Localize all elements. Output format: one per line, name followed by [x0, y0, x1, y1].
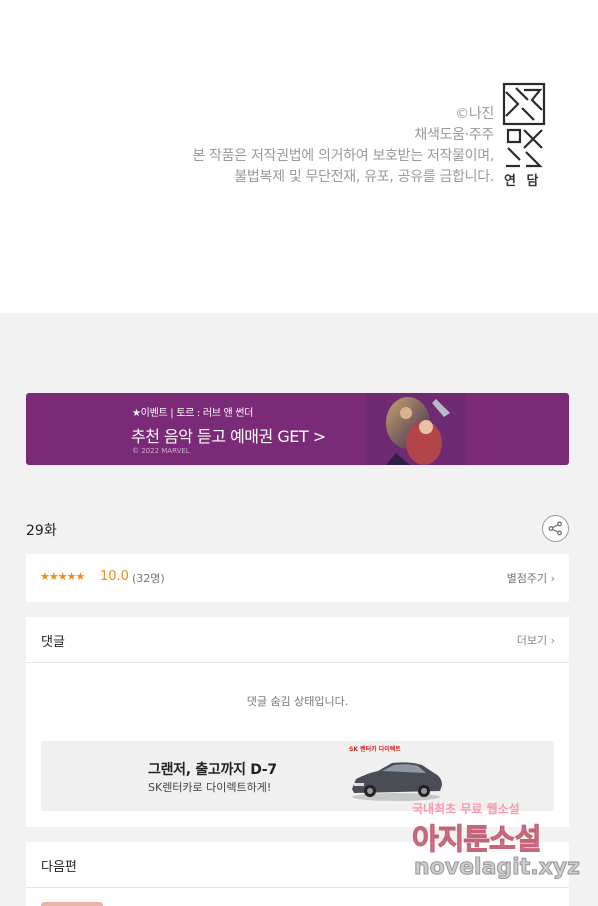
next-episode-thumbnail[interactable] — [41, 902, 103, 906]
star-rating-icon: ★★★★★ — [40, 570, 85, 583]
copyright-text: ©나진 채색도움·주주 본 작품은 저작권법에 의거하여 보호받는 저작물이며,… — [192, 104, 494, 188]
rating-score: 10.0 — [100, 569, 129, 584]
copyright-section: ©나진 채색도움·주주 본 작품은 저작권법에 의거하여 보호받는 저작물이며,… — [0, 0, 598, 313]
logo-label: 연 담 — [504, 174, 542, 189]
coloring-credit: 채색도움·주주 — [414, 127, 494, 143]
comments-hidden-message: 댓글 숨김 상태입니다. — [246, 695, 349, 708]
copyright-notice-line1: 본 작품은 저작권법에 의거하여 보호받는 저작물이며, — [192, 148, 494, 164]
banner-copyright: © 2022 MARVEL — [132, 447, 190, 455]
copyright-notice-line2: 불법복제 및 무단전재, 유포, 공유를 금합니다. — [234, 169, 494, 185]
next-episode-header: 다음편 — [26, 842, 569, 888]
rate-button[interactable]: 별점주기 › — [507, 570, 555, 586]
ad-subtitle: SK렌터카로 다이렉트하게! — [148, 781, 272, 794]
share-icon — [548, 521, 562, 536]
author-credit: ©나진 — [455, 106, 494, 122]
comments-more-link[interactable]: 더보기 › — [517, 632, 555, 648]
banner-event-label: ★이벤트 | 토르 : 러브 앤 썬더 — [132, 408, 254, 419]
next-episode-card: 다음편 — [26, 842, 569, 906]
next-episode-title: 다음편 — [41, 860, 77, 875]
ad-brand-logo: SK 렌터카 다이렉트 — [349, 746, 401, 753]
comments-title: 댓글 — [41, 635, 65, 650]
car-image — [352, 762, 442, 801]
share-button[interactable] — [542, 515, 569, 542]
banner-movie-art — [366, 393, 466, 465]
episode-title: 29화 — [26, 523, 57, 539]
rating-card: ★★★★★ 10.0 (32명) 별점주기 › — [26, 554, 569, 602]
banner-headline: 추천 음악 듣고 예매권 GET > — [131, 427, 326, 446]
comments-card: 댓글 더보기 › 댓글 숨김 상태입니다. 그랜저, 출고까지 D-7 SK렌터… — [26, 617, 569, 827]
car-rental-ad[interactable]: 그랜저, 출고까지 D-7 SK렌터카로 다이렉트하게! SK 렌터카 다이렉트 — [41, 741, 554, 811]
rating-count: (32명) — [132, 572, 165, 585]
ad-title: 그랜저, 출고까지 D-7 — [148, 762, 277, 778]
event-banner[interactable]: ★이벤트 | 토르 : 러브 앤 썬더 추천 음악 듣고 예매권 GET > ©… — [26, 393, 569, 465]
comments-header: 댓글 더보기 › — [26, 617, 569, 663]
